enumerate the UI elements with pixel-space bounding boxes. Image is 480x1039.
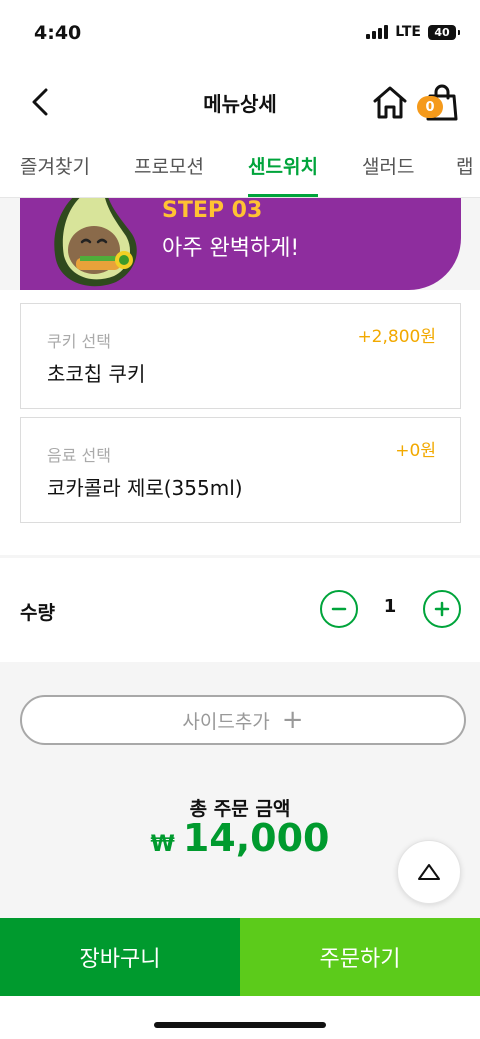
status-bar: 4:40 LTE 40 xyxy=(0,0,480,70)
quantity-decrease-button[interactable] xyxy=(320,590,358,628)
options-section: 쿠키 선택 초코칩 쿠키 +2,800원 음료 선택 코카콜라 제로(355ml… xyxy=(0,290,480,555)
total-value: 14,000 xyxy=(182,816,330,860)
step-description: 아주 완벽하게! xyxy=(162,236,300,261)
back-button[interactable] xyxy=(24,84,56,120)
signal-icon xyxy=(366,25,389,39)
category-tabs: 즐겨찾기 프로모션 샌드위치 샐러드 랩 xyxy=(0,144,480,198)
option-label: 음료 선택 xyxy=(47,446,111,465)
bottom-action-bar: 장바구니 주문하기 xyxy=(0,918,480,996)
tab-promotion[interactable]: 프로모션 xyxy=(134,152,204,197)
home-icon xyxy=(373,86,407,119)
drink-option-card[interactable]: 음료 선택 코카콜라 제로(355ml) +0원 xyxy=(20,417,461,523)
option-value: 코카콜라 제로(355ml) xyxy=(47,476,243,500)
option-price: +2,800원 xyxy=(357,327,436,347)
home-indicator xyxy=(154,1022,326,1028)
step-label: STEP 03 xyxy=(162,198,263,223)
add-side-label: 사이드추가 xyxy=(182,710,270,733)
cart-count-badge: 0 xyxy=(417,96,443,118)
tab-salad[interactable]: 샐러드 xyxy=(362,152,414,197)
battery-level: 40 xyxy=(434,25,450,39)
status-time: 4:40 xyxy=(34,22,82,44)
tab-sandwich[interactable]: 샌드위치 xyxy=(248,152,318,197)
status-indicators: LTE 40 xyxy=(366,24,460,40)
menu-detail-content[interactable]: STEP 03 아주 완벽하게! 쿠키 선택 초코칩 쿠키 +2,800원 음료… xyxy=(0,198,480,918)
quantity-section: 수량 1 xyxy=(0,558,480,662)
avocado-mascot-icon xyxy=(54,198,137,287)
chevron-left-icon xyxy=(32,88,48,116)
option-label: 쿠키 선택 xyxy=(47,332,111,351)
nav-bar: 메뉴상세 xyxy=(0,70,480,134)
currency-symbol: ₩ xyxy=(150,832,175,857)
add-side-button[interactable]: 사이드추가 + xyxy=(20,695,466,745)
tab-wrap[interactable]: 랩 xyxy=(456,152,473,197)
order-button[interactable]: 주문하기 xyxy=(240,918,480,996)
home-button[interactable] xyxy=(370,84,410,120)
battery-icon: 40 xyxy=(428,24,460,40)
quantity-increase-button[interactable] xyxy=(423,590,461,628)
step-banner: STEP 03 아주 완벽하게! xyxy=(20,198,461,290)
cookie-option-card[interactable]: 쿠키 선택 초코칩 쿠키 +2,800원 xyxy=(20,303,461,409)
option-value: 초코칩 쿠키 xyxy=(47,362,146,386)
tab-favorites[interactable]: 즐겨찾기 xyxy=(20,152,90,197)
chevron-up-icon xyxy=(418,864,440,880)
quantity-label: 수량 xyxy=(20,602,55,624)
quantity-value: 1 xyxy=(383,596,397,617)
scroll-to-top-button[interactable] xyxy=(397,840,461,904)
add-to-cart-button[interactable]: 장바구니 xyxy=(0,918,240,996)
plus-icon xyxy=(434,601,450,617)
network-label: LTE xyxy=(395,24,421,40)
option-price: +0원 xyxy=(395,441,436,461)
plus-icon: + xyxy=(281,705,304,735)
minus-icon xyxy=(331,607,347,611)
